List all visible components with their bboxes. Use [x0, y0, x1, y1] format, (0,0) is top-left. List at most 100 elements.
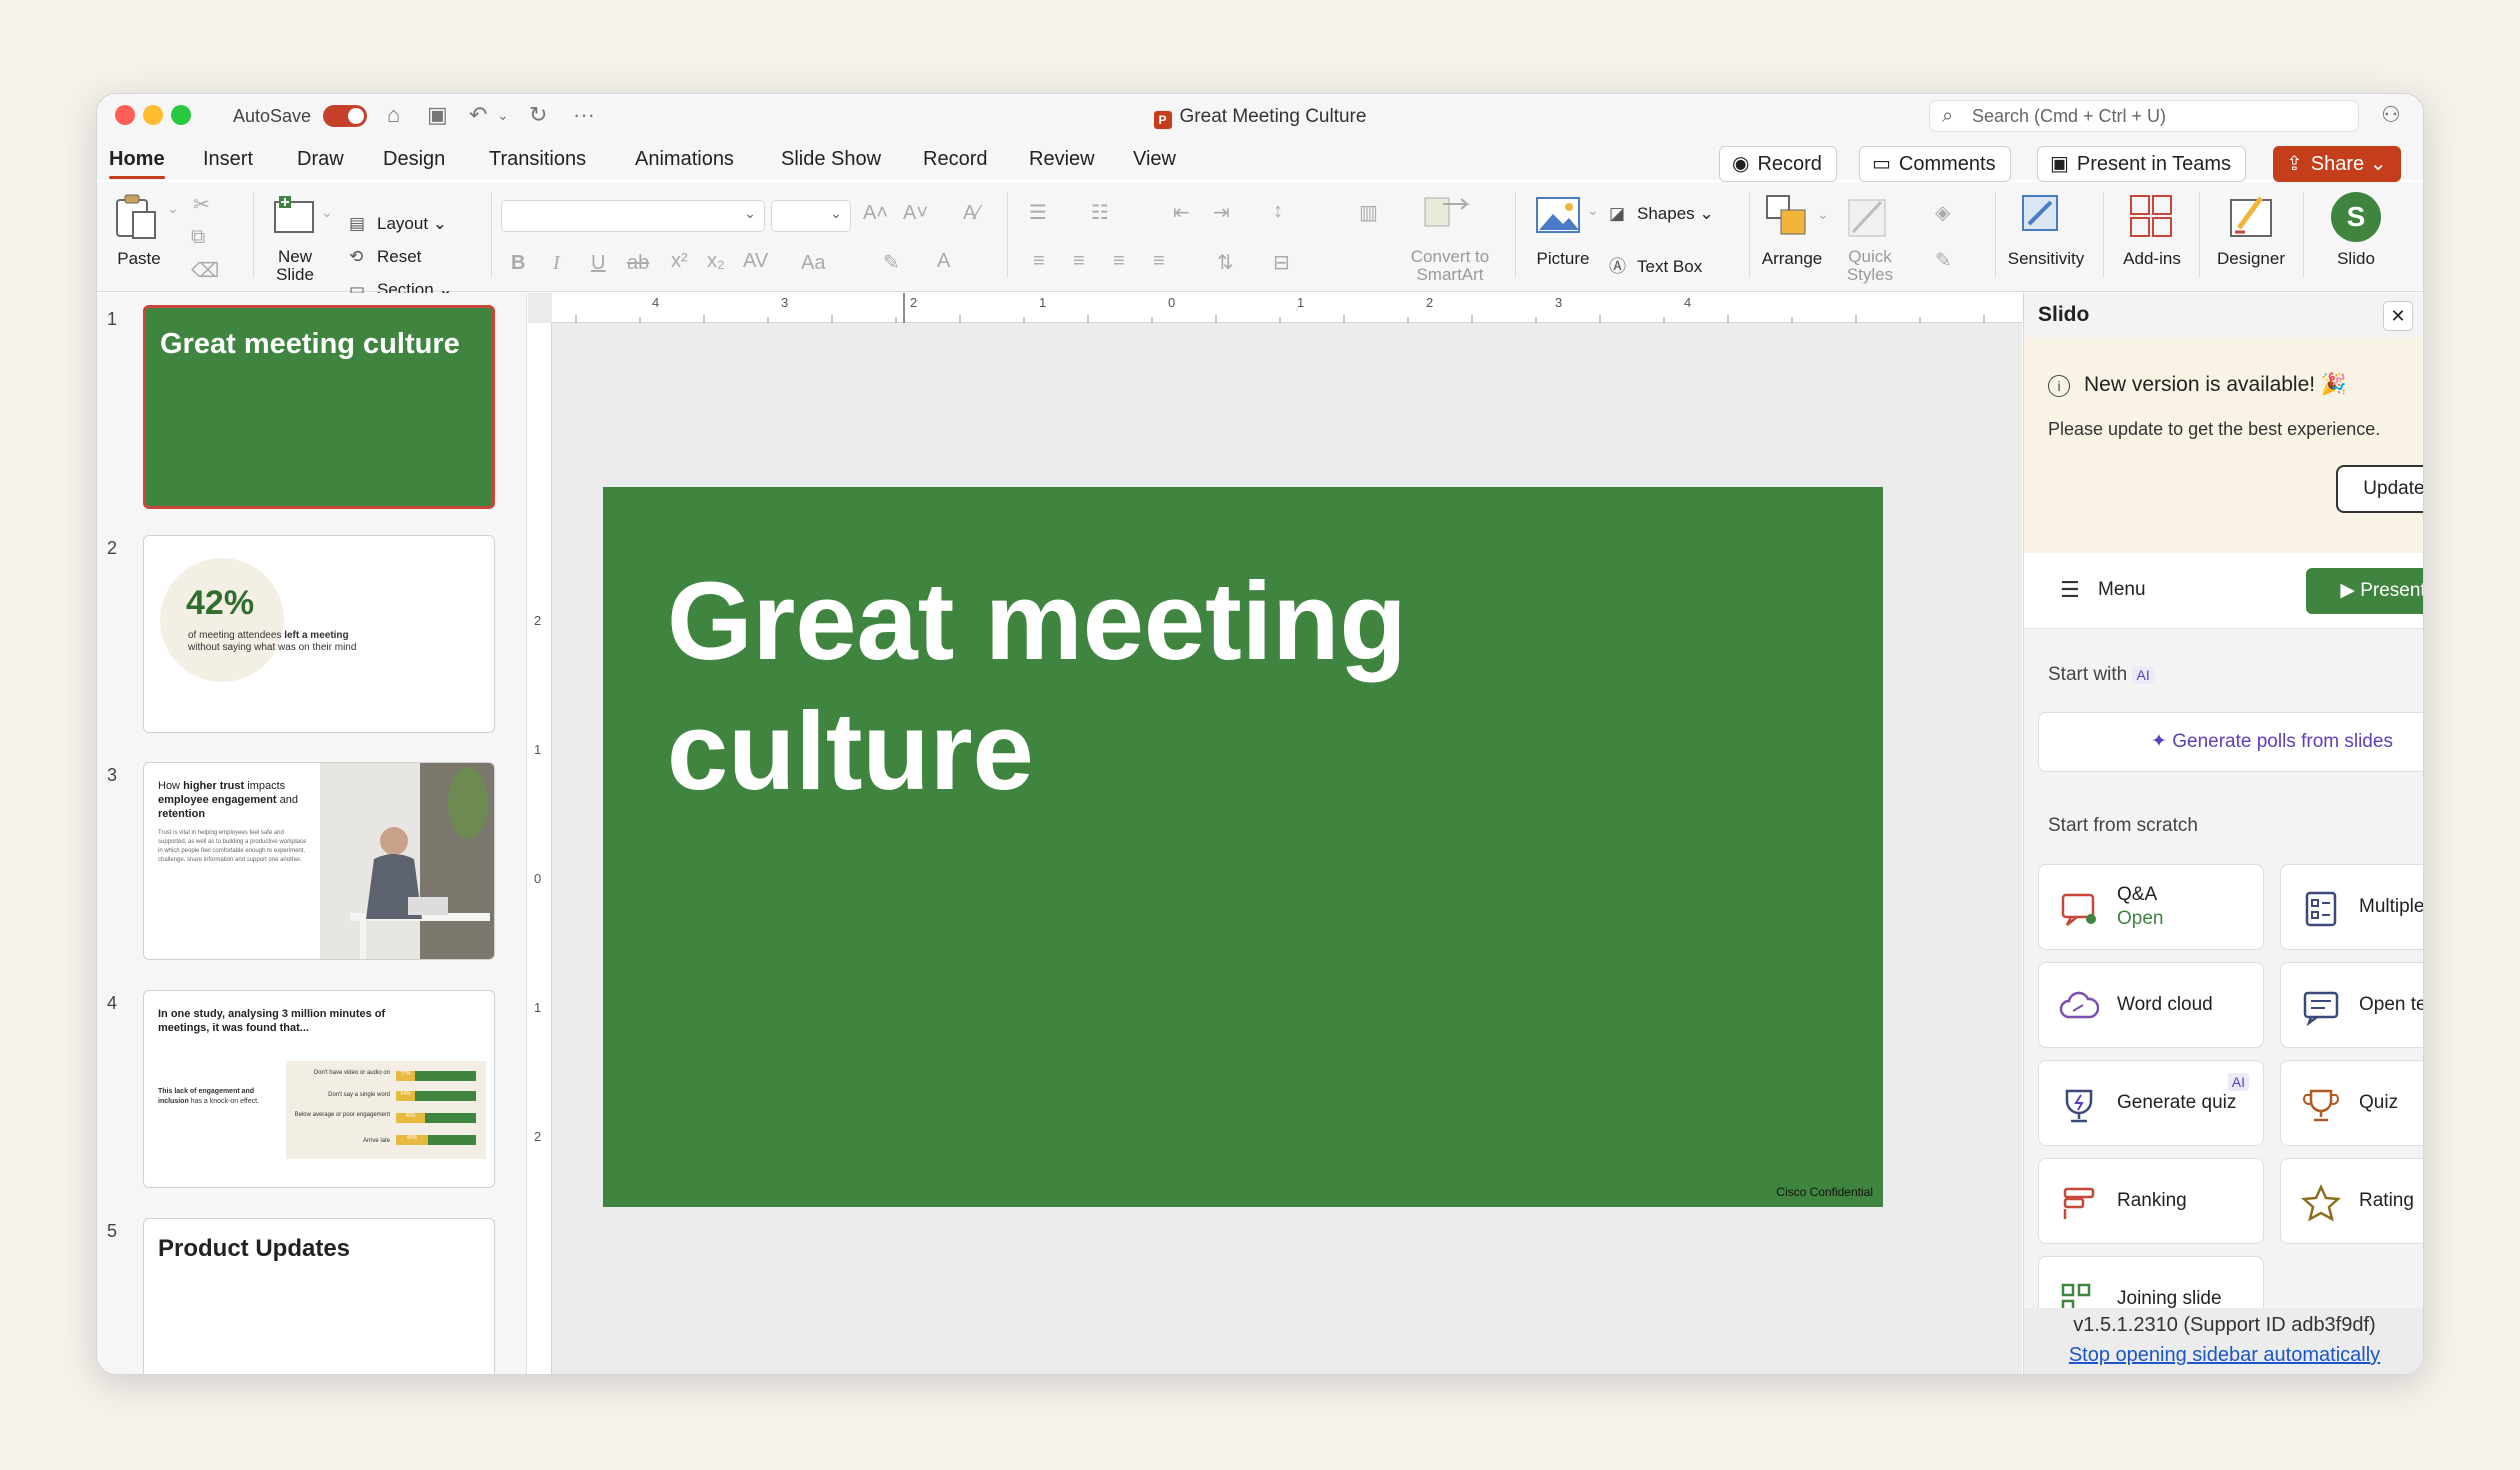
- picture-dropdown-icon[interactable]: ⌄: [1587, 202, 1599, 219]
- new-slide-dropdown-icon[interactable]: ⌄: [321, 204, 333, 221]
- arrange-button[interactable]: Arrange: [1757, 250, 1827, 268]
- thumbnail-stat: 42%: [186, 584, 255, 622]
- generate-polls-button[interactable]: ✦ Generate polls from slides: [2038, 712, 2423, 772]
- new-slide-icon[interactable]: [273, 194, 315, 234]
- decrease-indent-icon[interactable]: ⇤: [1173, 200, 1190, 225]
- new-slide-button[interactable]: New Slide: [265, 248, 325, 284]
- comments-button[interactable]: ▭ Comments: [1859, 146, 2011, 182]
- arrange-icon[interactable]: [1765, 194, 1811, 238]
- text-direction-icon[interactable]: ⇅: [1217, 250, 1234, 275]
- smartart-icon[interactable]: [1423, 194, 1473, 234]
- align-right-icon[interactable]: ≡: [1113, 250, 1125, 273]
- close-icon[interactable]: ✕: [2383, 301, 2413, 331]
- menu-label[interactable]: Menu: [2098, 579, 2146, 601]
- format-painter-icon[interactable]: ⌫: [191, 258, 219, 283]
- slide-thumbnail-1[interactable]: Great meeting culture: [143, 305, 495, 509]
- shape-fill-icon[interactable]: ◈: [1935, 200, 1950, 225]
- present-button[interactable]: ▶︎ Present: [2306, 568, 2423, 614]
- convert-to-smartart-button[interactable]: Convert to SmartArt: [1397, 248, 1503, 284]
- font-family-select[interactable]: ⌄: [501, 200, 765, 232]
- slide-thumbnail-2[interactable]: 42% of meeting attendees left a meeting w…: [143, 535, 495, 733]
- ranking-card[interactable]: Ranking: [2038, 1158, 2264, 1244]
- tab-animations[interactable]: Animations: [635, 148, 734, 171]
- picture-icon[interactable]: [1535, 196, 1581, 236]
- tab-record[interactable]: Record: [923, 148, 987, 171]
- tab-insert[interactable]: Insert: [203, 148, 253, 171]
- highlight-icon[interactable]: ✎: [883, 250, 900, 275]
- designer-button[interactable]: Designer: [2213, 250, 2289, 268]
- slide-title[interactable]: Great meeting culture: [667, 557, 1667, 817]
- cut-icon[interactable]: ✂: [193, 192, 210, 217]
- character-spacing-icon[interactable]: AV: [743, 250, 768, 273]
- tab-view[interactable]: View: [1133, 148, 1176, 171]
- paste-button[interactable]: Paste: [109, 250, 169, 268]
- columns-icon[interactable]: ▥: [1359, 200, 1378, 225]
- tab-slide-show[interactable]: Slide Show: [781, 148, 881, 171]
- strikethrough-icon[interactable]: ab: [627, 252, 649, 275]
- paste-dropdown-icon[interactable]: ⌄: [167, 200, 179, 217]
- shape-outline-icon[interactable]: ✎: [1935, 248, 1952, 273]
- open-text-card[interactable]: Open text: [2280, 962, 2423, 1048]
- sensitivity-button[interactable]: Sensitivity: [2003, 250, 2089, 268]
- subscript-icon[interactable]: x₂: [707, 250, 725, 273]
- layout-button[interactable]: ▤ Layout ⌄: [349, 214, 447, 234]
- quick-styles-button[interactable]: Quick Styles: [1837, 248, 1903, 284]
- clear-formatting-icon[interactable]: A⁄: [963, 202, 980, 225]
- slide-thumbnail-5[interactable]: Product Updates: [143, 1218, 495, 1374]
- multiple-choice-card[interactable]: Multiple choice: [2280, 864, 2423, 950]
- numbering-icon[interactable]: ☷: [1091, 200, 1109, 225]
- tab-draw[interactable]: Draw: [297, 148, 344, 171]
- word-cloud-card[interactable]: Word cloud: [2038, 962, 2264, 1048]
- search-box[interactable]: ⌕ Search (Cmd + Ctrl + U): [1929, 100, 2359, 132]
- share-button[interactable]: ⇪ Share ⌄: [2273, 146, 2402, 182]
- picture-button[interactable]: Picture: [1533, 250, 1593, 268]
- font-color-icon[interactable]: A: [937, 250, 950, 273]
- slido-button[interactable]: Slido: [2323, 250, 2389, 268]
- change-case-icon[interactable]: Aa: [801, 252, 825, 275]
- add-ins-icon[interactable]: [2127, 192, 2175, 240]
- superscript-icon[interactable]: x²: [671, 250, 688, 273]
- quiz-card[interactable]: Quiz: [2280, 1060, 2423, 1146]
- copy-icon[interactable]: ⧉: [191, 226, 205, 249]
- line-spacing-icon[interactable]: ↕: [1273, 200, 1283, 223]
- tab-design[interactable]: Design: [383, 148, 445, 171]
- tab-transitions[interactable]: Transitions: [489, 148, 586, 171]
- bold-icon[interactable]: B: [511, 252, 525, 275]
- arrange-dropdown-icon[interactable]: ⌄: [1817, 206, 1829, 223]
- justify-icon[interactable]: ≡: [1153, 250, 1165, 273]
- tab-review[interactable]: Review: [1029, 148, 1095, 171]
- shapes-button[interactable]: ◪ Shapes ⌄: [1609, 204, 1714, 224]
- quick-styles-icon[interactable]: [1845, 194, 1891, 238]
- designer-icon[interactable]: [2225, 192, 2275, 242]
- slido-icon[interactable]: S: [2331, 192, 2381, 242]
- rating-card[interactable]: Rating: [2280, 1158, 2423, 1244]
- font-size-select[interactable]: ⌄: [771, 200, 851, 232]
- align-left-icon[interactable]: ≡: [1033, 250, 1045, 273]
- slide-thumbnail-4[interactable]: In one study, analysing 3 million minute…: [143, 990, 495, 1188]
- italic-icon[interactable]: I: [553, 252, 560, 275]
- hamburger-icon[interactable]: ☰: [2060, 577, 2080, 603]
- stop-opening-sidebar-link[interactable]: Stop opening sidebar automatically: [2024, 1344, 2423, 1367]
- bar-track: 40%: [396, 1135, 476, 1145]
- sensitivity-icon[interactable]: [2019, 192, 2065, 240]
- generate-quiz-card[interactable]: Generate quiz AI: [2038, 1060, 2264, 1146]
- align-center-icon[interactable]: ≡: [1073, 250, 1085, 273]
- increase-font-icon[interactable]: A˄: [863, 202, 888, 225]
- tab-home[interactable]: Home: [109, 148, 165, 179]
- present-in-teams-button[interactable]: ▣ Present in Teams: [2037, 146, 2247, 182]
- qa-card[interactable]: Q&A Open: [2038, 864, 2264, 950]
- text-box-button[interactable]: Ⓐ Text Box: [1609, 252, 1702, 277]
- slide-thumbnail-3[interactable]: How higher trust impacts employee engage…: [143, 762, 495, 960]
- reset-button[interactable]: ⟲ Reset: [349, 247, 421, 267]
- record-button[interactable]: ◉ Record: [1719, 146, 1837, 182]
- update-now-button[interactable]: Update now: [2336, 465, 2423, 513]
- add-ins-button[interactable]: Add-ins: [2119, 250, 2185, 268]
- align-text-icon[interactable]: ⊟: [1273, 250, 1290, 275]
- increase-indent-icon[interactable]: ⇥: [1213, 200, 1230, 225]
- underline-icon[interactable]: U: [591, 252, 605, 275]
- paste-icon[interactable]: [113, 192, 157, 240]
- decrease-font-icon[interactable]: A˅: [903, 202, 928, 225]
- bullets-icon[interactable]: ☰: [1029, 200, 1047, 225]
- account-icon[interactable]: ⚇: [2381, 102, 2401, 128]
- current-slide[interactable]: Great meeting culture Cisco Confidential: [603, 487, 1883, 1207]
